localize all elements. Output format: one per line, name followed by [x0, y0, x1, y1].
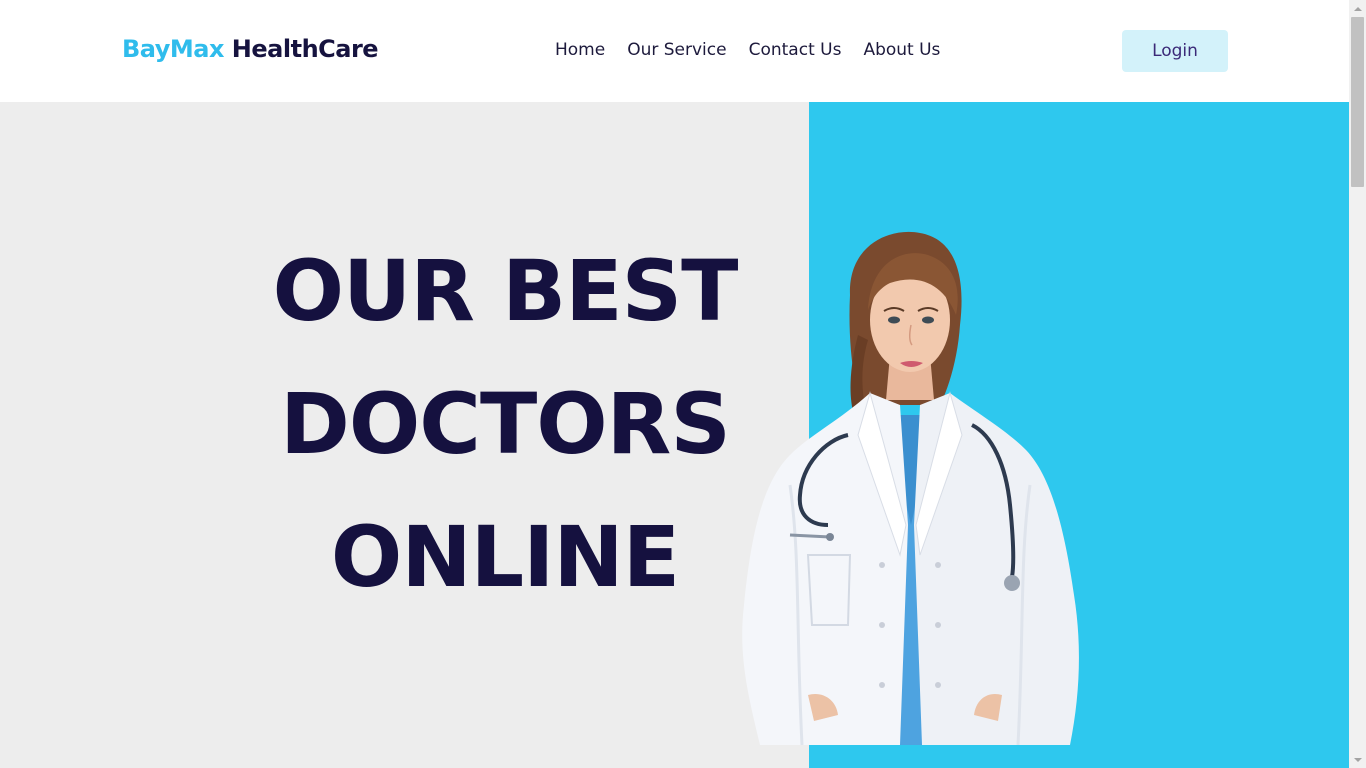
scrollbar-thumb[interactable]: [1351, 17, 1364, 187]
brand-name-part2: HealthCare: [223, 35, 379, 63]
hero-title-line1: OUR BEST: [272, 242, 739, 340]
hero-title: OUR BEST DOCTORS ONLINE: [190, 225, 820, 624]
nav-contact-us[interactable]: Contact Us: [749, 40, 842, 60]
chevron-up-icon: [1353, 6, 1362, 11]
nav-home[interactable]: Home: [555, 40, 605, 60]
page: BayMax HealthCare Home Our Service Conta…: [0, 0, 1349, 768]
brand-logo[interactable]: BayMax HealthCare: [122, 35, 379, 63]
brand-name-part1: BayMax: [122, 35, 224, 63]
hero-title-line3: ONLINE: [330, 508, 680, 606]
main-nav: Home Our Service Contact Us About Us: [555, 40, 940, 60]
site-header: BayMax HealthCare Home Our Service Conta…: [0, 0, 1349, 102]
login-button[interactable]: Login: [1122, 30, 1228, 72]
chevron-down-icon: [1353, 757, 1362, 762]
vertical-scrollbar[interactable]: [1349, 0, 1366, 768]
hero-title-line2: DOCTORS: [280, 375, 731, 473]
nav-our-service[interactable]: Our Service: [627, 40, 726, 60]
scroll-up-button[interactable]: [1349, 0, 1366, 17]
nav-about-us[interactable]: About Us: [863, 40, 940, 60]
doctor-image: [742, 231, 1079, 745]
scroll-down-button[interactable]: [1349, 751, 1366, 768]
